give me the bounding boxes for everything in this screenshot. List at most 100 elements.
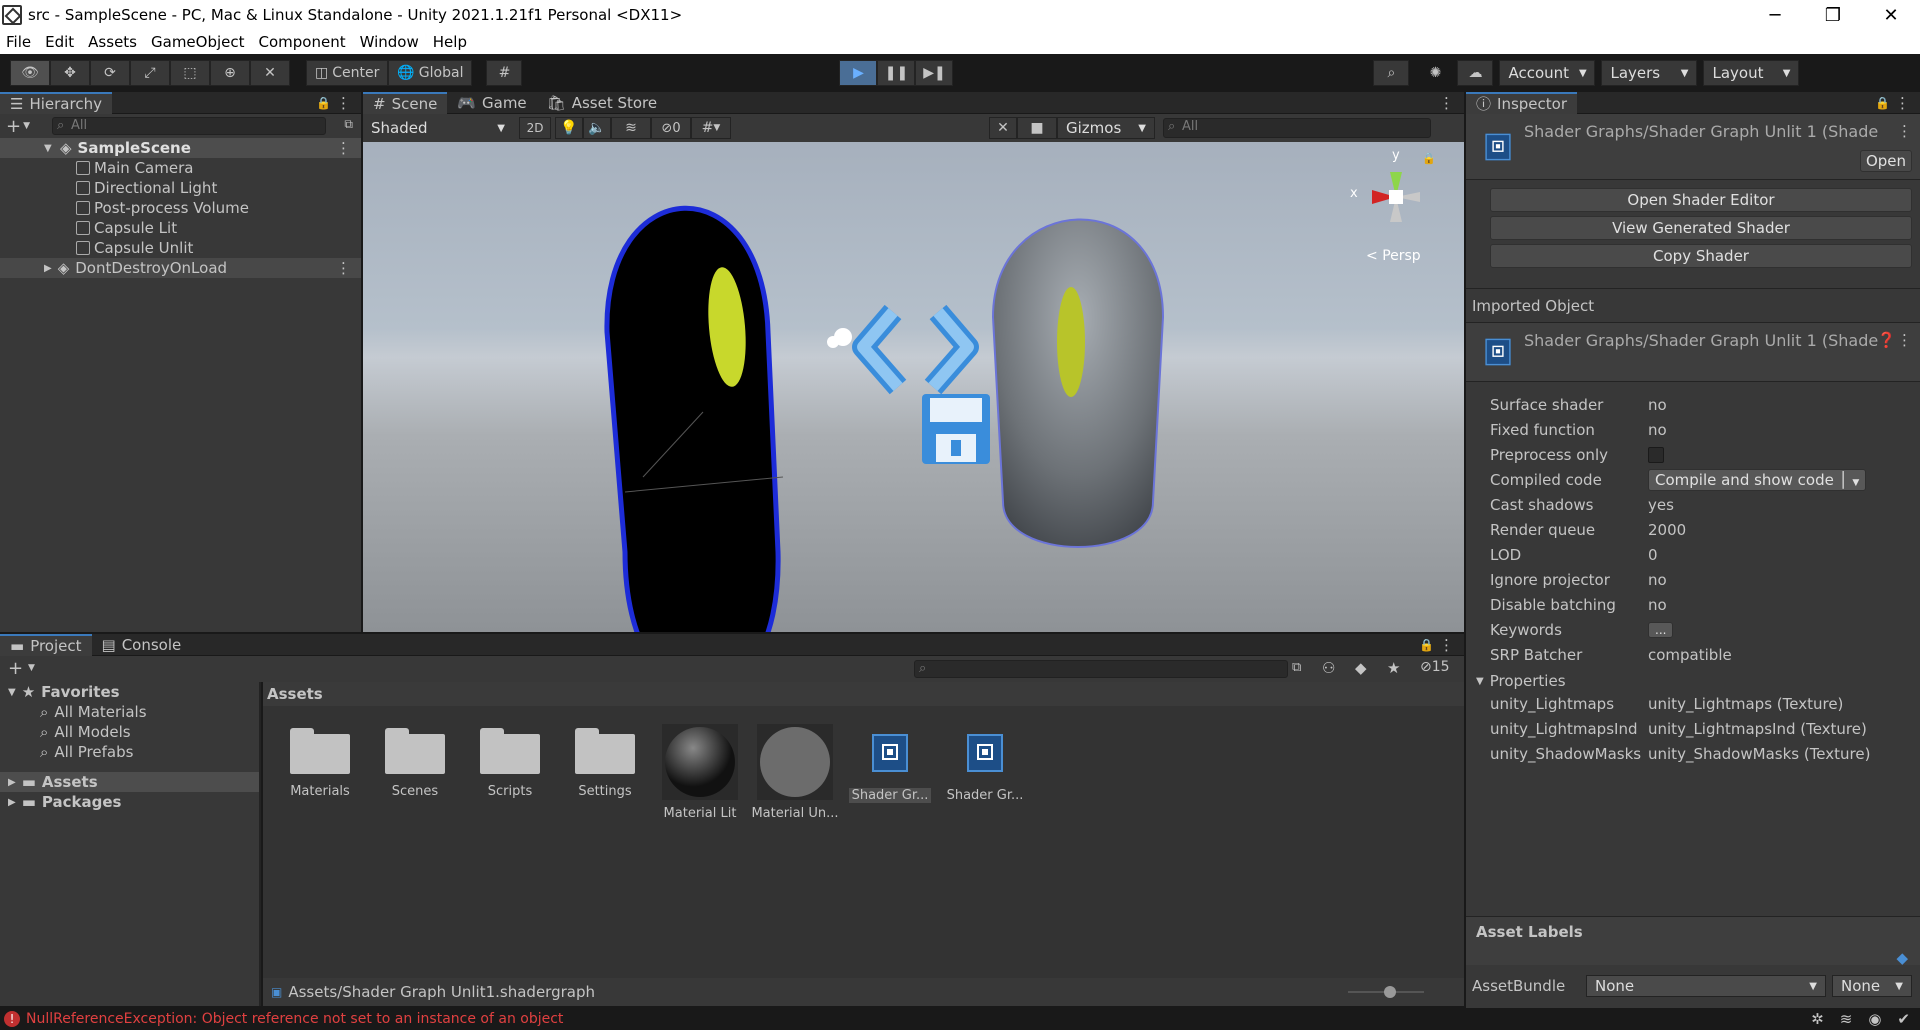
- asset-tile-material-lit[interactable]: Material Lit: [656, 724, 744, 821]
- layout-dropdown[interactable]: Layout ▼: [1703, 60, 1800, 86]
- hierarchy-search-input[interactable]: ⌕ All: [52, 117, 326, 135]
- scene-orientation-gizmo[interactable]: y x 🔒 < Persp: [1344, 148, 1444, 272]
- mode-2d-toggle[interactable]: 2D: [519, 117, 551, 139]
- scene-tools-toggle[interactable]: ✕: [989, 117, 1017, 139]
- camera-dropdown[interactable]: ■: [1017, 117, 1057, 139]
- tree-item-packages[interactable]: ▶ ▬ Packages: [0, 792, 259, 812]
- gizmos-dropdown[interactable]: Gizmos ▼: [1057, 117, 1155, 139]
- pivot-global-button[interactable]: 🌐 Global: [388, 60, 473, 86]
- rect-tool-button[interactable]: ⬚: [170, 60, 210, 86]
- kebab-menu-icon[interactable]: ⋮: [336, 139, 351, 157]
- list-item[interactable]: Capsule Lit: [0, 218, 361, 238]
- grid-snap-button[interactable]: #: [486, 60, 523, 86]
- progress-icon[interactable]: ≋: [1840, 1010, 1853, 1028]
- view-generated-shader-button[interactable]: View Generated Shader: [1490, 216, 1912, 240]
- scene-root-row[interactable]: ▼ ◈ SampleScene ⋮: [0, 138, 361, 158]
- audio-toggle[interactable]: 🔈: [583, 117, 611, 139]
- chevron-down-icon[interactable]: ▼: [28, 663, 35, 673]
- properties-foldout[interactable]: ▼ Properties: [1466, 671, 1920, 691]
- lock-icon[interactable]: 🔒: [1875, 96, 1890, 110]
- copy-shader-button[interactable]: Copy Shader: [1490, 244, 1912, 268]
- breadcrumb[interactable]: Assets: [263, 682, 1464, 706]
- hidden-objects-toggle[interactable]: ⊘ 0: [651, 117, 691, 139]
- tab-hierarchy[interactable]: ☰ Hierarchy: [0, 91, 112, 114]
- services-button[interactable]: ✺: [1417, 60, 1453, 86]
- account-dropdown[interactable]: Account ▼: [1499, 60, 1596, 86]
- minimize-button[interactable]: ─: [1746, 0, 1804, 30]
- assetbundle-dropdown[interactable]: None ▼: [1586, 975, 1826, 997]
- asset-tile-settings[interactable]: Settings: [561, 728, 649, 799]
- search-options-icon[interactable]: ⧉: [344, 117, 353, 132]
- effects-dropdown[interactable]: ≋: [611, 117, 651, 139]
- list-item[interactable]: ⌕ All Models: [0, 722, 259, 742]
- tab-scene[interactable]: # Scene: [363, 91, 448, 114]
- menu-assets[interactable]: Assets: [88, 33, 137, 51]
- asset-tile-shader-graph-2[interactable]: Shader Gr...: [941, 728, 1029, 803]
- lock-icon[interactable]: 🔒: [1422, 152, 1436, 165]
- preprocess-checkbox[interactable]: [1648, 446, 1664, 463]
- view-tool-button[interactable]: 👁: [10, 60, 50, 86]
- hidden-packages-toggle[interactable]: ⊘15: [1420, 659, 1450, 675]
- chevron-down-icon[interactable]: ▼: [23, 121, 30, 131]
- scale-tool-button[interactable]: ⤢: [130, 60, 170, 86]
- kebab-menu-icon[interactable]: ⋮: [336, 259, 351, 277]
- tab-game[interactable]: 🎮 Game: [447, 92, 536, 114]
- menu-file[interactable]: File: [6, 33, 31, 51]
- asset-tile-shader-graph-1[interactable]: Shader Gr...: [846, 728, 934, 803]
- list-item[interactable]: Post-process Volume: [0, 198, 361, 218]
- filter-by-type-icon[interactable]: ⚇: [1322, 659, 1335, 677]
- menu-help[interactable]: Help: [433, 33, 467, 51]
- bug-icon[interactable]: ✲: [1811, 1010, 1824, 1028]
- collab-button[interactable]: ☁: [1457, 60, 1494, 86]
- asset-tile-scripts[interactable]: Scripts: [466, 728, 554, 799]
- assetbundle-variant-dropdown[interactable]: None ▼: [1832, 975, 1912, 997]
- menu-component[interactable]: Component: [259, 33, 346, 51]
- lock-icon[interactable]: 🔒: [1419, 638, 1434, 652]
- menu-edit[interactable]: Edit: [45, 33, 74, 51]
- kebab-menu-icon[interactable]: ⋮: [1895, 94, 1910, 112]
- scene-search-input[interactable]: ⌕ All: [1163, 118, 1431, 138]
- list-item[interactable]: ⌕ All Materials: [0, 702, 259, 722]
- pause-button[interactable]: ❚❚: [877, 60, 916, 86]
- kebab-menu-icon[interactable]: ⋮: [1897, 331, 1912, 349]
- open-shader-editor-button[interactable]: Open Shader Editor: [1490, 188, 1912, 212]
- check-icon[interactable]: ✔: [1897, 1010, 1910, 1028]
- favorites-row[interactable]: ▼ ★ Favorites: [0, 682, 259, 702]
- console-error-message[interactable]: NullReferenceException: Object reference…: [26, 1011, 563, 1027]
- open-button[interactable]: Open: [1860, 150, 1912, 172]
- transform-tool-button[interactable]: ⊕: [210, 60, 250, 86]
- shading-mode-dropdown[interactable]: Shaded ▼: [363, 115, 513, 141]
- search-options-icon[interactable]: ⧉: [1292, 660, 1301, 675]
- thumbnail-size-slider[interactable]: [1348, 986, 1424, 998]
- lighting-toggle[interactable]: 💡: [555, 117, 583, 139]
- menu-window[interactable]: Window: [360, 33, 419, 51]
- tab-project[interactable]: ▬ Project: [0, 633, 92, 656]
- grid-dropdown[interactable]: # ▼: [691, 117, 731, 139]
- maximize-button[interactable]: ❐: [1804, 0, 1862, 30]
- menu-gameobject[interactable]: GameObject: [151, 33, 245, 51]
- compile-and-show-code-button[interactable]: Compile and show code │ ▼: [1648, 468, 1867, 491]
- kebab-menu-icon[interactable]: ⋮: [1439, 94, 1454, 112]
- custom-tool-button[interactable]: ✕: [250, 60, 290, 86]
- play-button[interactable]: ▶: [839, 60, 878, 86]
- help-icon[interactable]: ❓: [1877, 331, 1896, 349]
- scene-viewport[interactable]: y x 🔒 < Persp: [363, 142, 1464, 632]
- add-plus-icon[interactable]: +: [8, 658, 23, 679]
- asset-tile-materials[interactable]: Materials: [276, 728, 364, 799]
- dontdestroy-row[interactable]: ▶ ◈ DontDestroyOnLoad ⋮: [0, 258, 361, 278]
- kebab-menu-icon[interactable]: ⋮: [336, 94, 351, 112]
- tab-console[interactable]: ▤ Console: [92, 634, 192, 656]
- lock-icon[interactable]: 🔒: [316, 96, 331, 110]
- kebab-menu-icon[interactable]: ⋮: [1439, 636, 1454, 654]
- kebab-menu-icon[interactable]: ⋮: [1897, 122, 1912, 140]
- list-item[interactable]: ⌕ All Prefabs: [0, 742, 259, 762]
- tab-inspector[interactable]: ⓘ Inspector: [1466, 91, 1577, 114]
- label-tag-icon[interactable]: ◆: [1355, 659, 1367, 677]
- tree-item-assets[interactable]: ▶ ▬ Assets: [0, 772, 259, 792]
- star-icon[interactable]: ★: [1387, 659, 1400, 677]
- project-search-input[interactable]: ⌕: [914, 660, 1288, 678]
- asset-tile-scenes[interactable]: Scenes: [371, 728, 459, 799]
- step-button[interactable]: ▶❚: [915, 60, 954, 86]
- pivot-center-button[interactable]: ◫ Center: [306, 60, 389, 86]
- rotate-tool-button[interactable]: ⟳: [90, 60, 130, 86]
